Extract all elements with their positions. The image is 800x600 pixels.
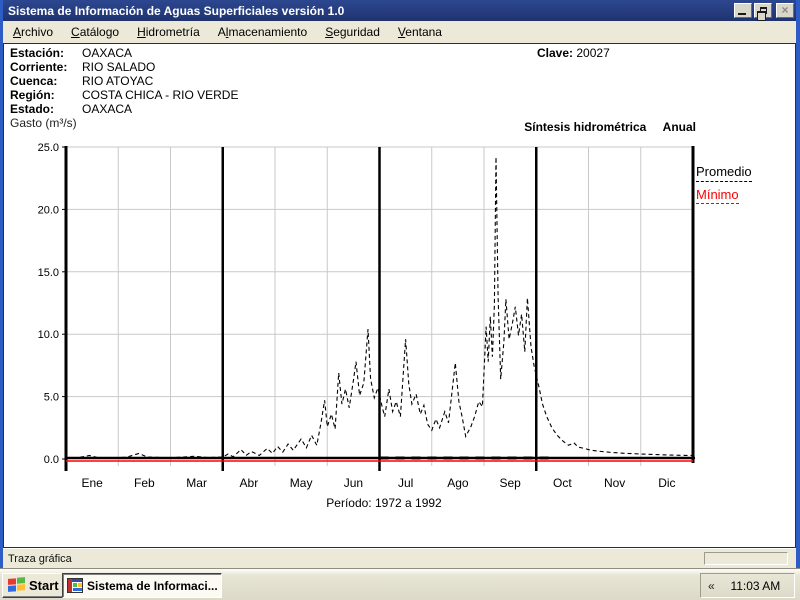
start-label: Start: [29, 578, 59, 593]
clave-field: Clave: 20027: [537, 46, 610, 60]
clave-value: 20027: [576, 46, 610, 60]
taskbar-clock: 11:03 AM: [730, 578, 781, 593]
station-info: Estación: OAXACA Corriente: RIO SALADO Cue…: [10, 46, 238, 116]
chart-mode-anual: Anual: [662, 120, 696, 134]
task-label: Sistema de Informaci...: [87, 578, 218, 593]
station-value: RIO SALADO: [82, 60, 156, 74]
close-icon: ×: [781, 3, 789, 17]
restore-icon: [757, 7, 767, 21]
chart-title: Síntesis hidrométrica Anual: [514, 120, 696, 134]
station-value: COSTA CHICA - RIO VERDE: [82, 88, 239, 102]
taskbar-task-sistema[interactable]: Sistema de Informaci...: [62, 573, 222, 598]
tray-chevron-icon[interactable]: «: [701, 579, 721, 593]
status-text: Traza gráfica: [8, 552, 72, 565]
clave-label: Clave:: [537, 46, 574, 60]
svg-text:15.0: 15.0: [38, 267, 59, 279]
system-tray: « 11:03 AM: [700, 573, 795, 598]
menu-hidrometria[interactable]: Hidrometría: [128, 22, 209, 42]
station-row-estado: Estado: OAXACA: [10, 102, 133, 116]
menu-archivo[interactable]: Archivo: [4, 22, 62, 42]
station-value: RIO ATOYAC: [82, 74, 154, 88]
svg-text:Ene: Ene: [81, 476, 103, 490]
svg-text:Dic: Dic: [658, 476, 675, 490]
svg-text:Ago: Ago: [447, 476, 469, 490]
svg-text:Jul: Jul: [398, 476, 413, 490]
app-window: Sistema de Información de Aguas Superfic…: [0, 0, 800, 568]
minimize-icon: [738, 13, 746, 15]
menu-bar: Archivo Catálogo Hidrometría Almacenamie…: [3, 21, 796, 43]
svg-text:20.0: 20.0: [38, 204, 59, 216]
status-right-panel: [704, 552, 788, 565]
menu-seguridad[interactable]: Seguridad: [316, 22, 389, 42]
svg-text:0.0: 0.0: [44, 454, 59, 466]
hydrograph-chart: 0.0 5.0 10.0 15.0 20.0 25.0 Ene Feb Mar Abr May Jun…: [38, 142, 695, 490]
svg-text:Oct: Oct: [553, 476, 572, 490]
minimize-button[interactable]: [734, 3, 752, 18]
app-icon: [67, 578, 83, 593]
svg-text:Mar: Mar: [186, 476, 207, 490]
close-button[interactable]: ×: [776, 3, 794, 18]
svg-text:5.0: 5.0: [44, 392, 59, 404]
legend-promedio: Promedio: [696, 164, 752, 182]
windows-logo-icon: [8, 577, 25, 592]
status-bar: Traza gráfica: [3, 548, 796, 568]
chart-legend: Promedio Mínimo: [696, 164, 752, 204]
start-button[interactable]: Start: [2, 573, 67, 598]
y-axis-unit-label: Gasto (m³/s): [10, 116, 77, 130]
chart-title-text: Síntesis hidrométrica: [524, 120, 647, 134]
svg-text:May: May: [290, 476, 313, 490]
title-bar: Sistema de Información de Aguas Superfic…: [3, 0, 796, 21]
station-row-estacion: Estación: OAXACA: [10, 46, 133, 60]
restore-button[interactable]: [754, 3, 772, 21]
menu-catalogo[interactable]: Catálogo: [62, 22, 128, 42]
svg-text:10.0: 10.0: [38, 329, 59, 341]
station-value: OAXACA: [82, 102, 133, 116]
station-row-corriente: Corriente: RIO SALADO: [10, 60, 156, 74]
svg-text:Feb: Feb: [134, 476, 155, 490]
taskbar: Start Sistema de Informaci... « 11:03 AM: [0, 568, 800, 600]
menu-ventana[interactable]: Ventana: [389, 22, 451, 42]
period-label: Período: 1972 a 1992: [326, 496, 442, 510]
svg-text:Nov: Nov: [604, 476, 625, 490]
svg-text:Jun: Jun: [344, 476, 363, 490]
station-row-cuenca: Cuenca: RIO ATOYAC: [10, 74, 154, 88]
svg-text:Sep: Sep: [499, 476, 521, 490]
legend-minimo: Mínimo: [696, 187, 739, 204]
content-area: Estación: OAXACA Corriente: RIO SALADO Cue…: [3, 43, 796, 548]
station-value: OAXACA: [82, 46, 133, 60]
window-title: Sistema de Información de Aguas Superfic…: [8, 3, 345, 18]
svg-text:Abr: Abr: [240, 476, 259, 490]
svg-text:25.0: 25.0: [38, 142, 59, 154]
station-row-region: Región: COSTA CHICA - RIO VERDE: [10, 88, 239, 102]
menu-almacenamiento[interactable]: Almacenamiento: [209, 22, 316, 42]
